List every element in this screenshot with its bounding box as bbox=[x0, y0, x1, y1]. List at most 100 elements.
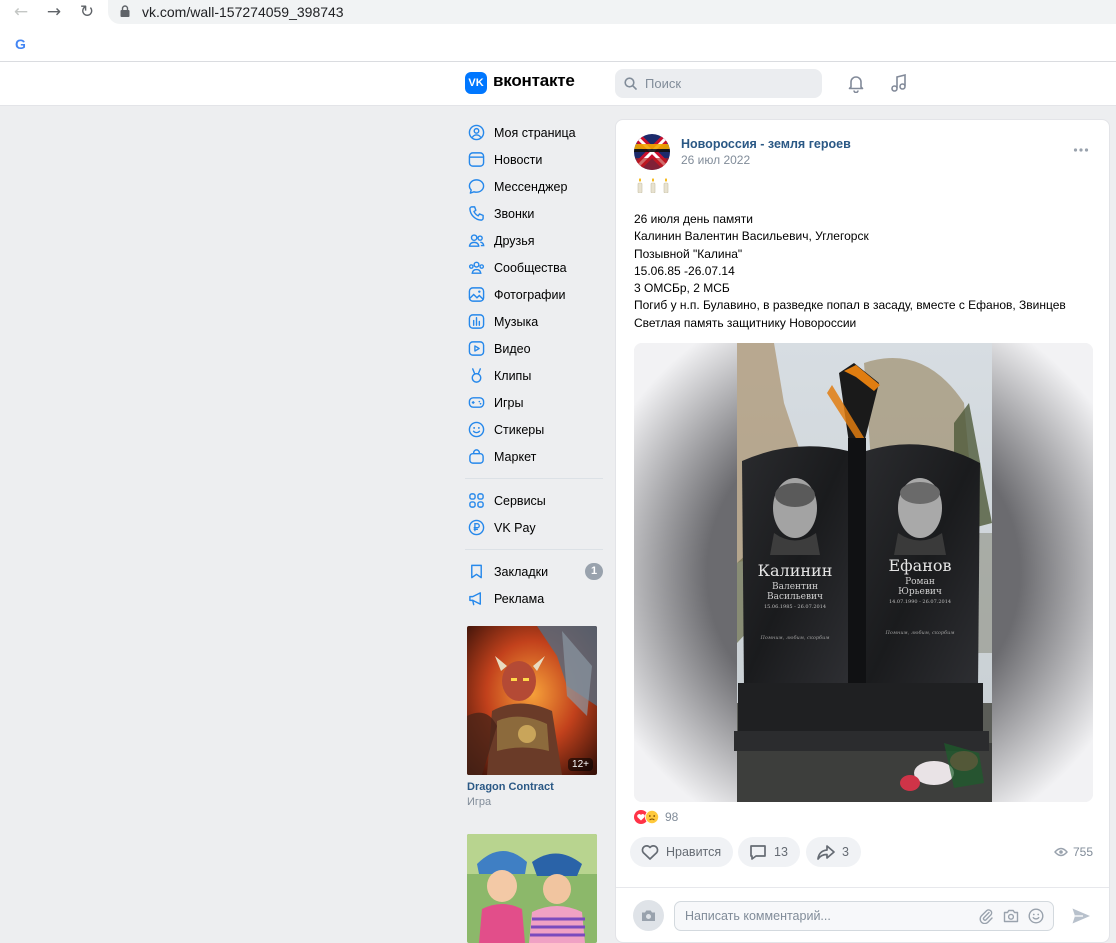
post-text-line: 26 июля день памяти bbox=[634, 212, 753, 226]
music-icon bbox=[468, 314, 485, 329]
sidebar-item-stickers[interactable]: Стикеры bbox=[463, 416, 605, 443]
search-box[interactable] bbox=[615, 69, 822, 98]
paperclip-icon[interactable] bbox=[978, 908, 994, 924]
sidebar-item-label: Игры bbox=[494, 395, 524, 410]
more-options-icon[interactable] bbox=[1073, 147, 1089, 153]
right-given-name: Роман bbox=[905, 577, 935, 587]
post-author[interactable]: Новороссия - земля героев bbox=[681, 137, 851, 151]
wall-post: Новороссия - земля героев 26 июл 2022 26… bbox=[615, 119, 1110, 943]
sidebar-item-video[interactable]: Видео bbox=[463, 335, 605, 362]
vkpay-icon bbox=[468, 519, 485, 536]
music-note-icon[interactable] bbox=[889, 73, 909, 93]
bookmarks-count-badge: 1 bbox=[585, 563, 603, 580]
post-photo[interactable]: Калинин Валентин Васильевич 15.06.1985 -… bbox=[634, 343, 1093, 802]
send-icon[interactable] bbox=[1071, 907, 1091, 925]
communities-icon bbox=[468, 261, 485, 274]
sidebar-item-label: Друзья bbox=[494, 233, 535, 248]
sidebar-item-label: Звонки bbox=[494, 206, 535, 221]
share-button[interactable]: 3 bbox=[806, 837, 861, 867]
sidebar-item-messenger[interactable]: Мессенджер bbox=[463, 173, 605, 200]
candle-icon bbox=[650, 178, 656, 193]
ad-subtitle: Игра bbox=[467, 796, 492, 808]
sidebar-item-friends[interactable]: Друзья bbox=[463, 227, 605, 254]
left-epitaph: Помним, любим, скорбим bbox=[760, 634, 830, 641]
post-text-line: Калинин Валентин Васильевич, Углегорск bbox=[634, 229, 869, 244]
sidebar-item-photos[interactable]: Фотографии bbox=[463, 281, 605, 308]
ad-image[interactable]: 12+ bbox=[467, 626, 597, 775]
ads-icon bbox=[469, 592, 481, 606]
sidebar-item-label: Маркет bbox=[494, 449, 537, 464]
user-avatar[interactable] bbox=[633, 900, 664, 931]
back-icon[interactable]: ← bbox=[10, 2, 32, 22]
address-bar[interactable]: vk.com/wall-157274059_398743 bbox=[108, 0, 1116, 24]
candle-emojis bbox=[635, 177, 671, 193]
sidebar-item-ads[interactable]: Реклама bbox=[463, 585, 605, 612]
sidebar-item-label: Сервисы bbox=[494, 493, 546, 508]
candle-icon bbox=[663, 178, 669, 193]
post-text-line: Позывной "Калина" bbox=[634, 246, 743, 261]
comment-input-box[interactable] bbox=[674, 901, 1054, 931]
sidebar-item-news[interactable]: Новости bbox=[463, 146, 605, 173]
sidebar-item-games[interactable]: Игры bbox=[463, 389, 605, 416]
views-count: 755 bbox=[1073, 845, 1094, 859]
sad-reaction-icon bbox=[645, 810, 659, 824]
novorossiya-flag-image bbox=[634, 134, 670, 170]
emoji-icon[interactable] bbox=[1028, 908, 1044, 924]
sidebar-item-clips[interactable]: Клипы bbox=[463, 362, 605, 389]
sidebar-item-calls[interactable]: Звонки bbox=[463, 200, 605, 227]
sidebar-item-services[interactable]: Сервисы bbox=[463, 487, 605, 514]
sidebar-item-label: Видео bbox=[494, 341, 531, 356]
sidebar-item-vk-pay[interactable]: VK Pay bbox=[463, 514, 605, 541]
sidebar-ad-2[interactable] bbox=[467, 834, 597, 943]
lock-icon bbox=[120, 5, 130, 17]
ad-title[interactable]: Dragon Contract bbox=[467, 781, 597, 793]
share-icon bbox=[817, 845, 835, 860]
ad-artwork bbox=[467, 626, 597, 775]
ad-image-children[interactable] bbox=[467, 834, 597, 943]
sidebar-item-label: Клипы bbox=[494, 368, 532, 383]
google-icon[interactable]: G bbox=[15, 36, 26, 52]
camera-icon bbox=[642, 910, 655, 921]
post-text-line: Светлая память защитнику Новороссии bbox=[634, 315, 857, 330]
community-avatar[interactable] bbox=[634, 134, 670, 170]
shares-count: 3 bbox=[842, 845, 849, 859]
comment-input[interactable] bbox=[685, 902, 965, 930]
message-icon bbox=[468, 179, 485, 194]
search-input[interactable] bbox=[645, 69, 815, 98]
sidebar-item-label: Сообщества bbox=[494, 260, 567, 275]
right-epitaph: Помним, любим, скорбим bbox=[885, 629, 955, 636]
children-photo bbox=[467, 834, 597, 943]
forward-icon[interactable]: → bbox=[43, 2, 65, 22]
vk-logo-icon[interactable]: VK bbox=[465, 72, 487, 94]
heart-icon bbox=[641, 845, 659, 860]
memorial-photo: Калинин Валентин Васильевич 15.06.1985 -… bbox=[634, 343, 1093, 802]
sidebar-item-label: Закладки bbox=[494, 564, 549, 579]
left-dates: 15.06.1985 - 26.07.2014 bbox=[764, 604, 826, 610]
sidebar-item-music[interactable]: Музыка bbox=[463, 308, 605, 335]
sidebar-item-communities[interactable]: Сообщества bbox=[463, 254, 605, 281]
sidebar-item-label: Моя страница bbox=[494, 125, 576, 140]
sidebar-item-label: Стикеры bbox=[494, 422, 545, 437]
left-surname: Калинин bbox=[758, 561, 833, 580]
post-date[interactable]: 26 июл 2022 bbox=[681, 153, 750, 167]
reload-icon[interactable]: ↻ bbox=[76, 2, 98, 22]
left-given-name: Валентин bbox=[772, 582, 818, 592]
comment-button[interactable]: 13 bbox=[738, 837, 800, 867]
sidebar-item-bookmarks[interactable]: Закладки 1 bbox=[463, 558, 605, 585]
like-button[interactable]: Нравится bbox=[630, 837, 734, 867]
post-text: 26 июля день памяти Калинин Валентин Вас… bbox=[634, 211, 1066, 332]
games-icon bbox=[468, 397, 485, 408]
sidebar-item-my-page[interactable]: Моя страница bbox=[463, 119, 605, 146]
bell-icon[interactable] bbox=[846, 73, 866, 93]
reactions-summary[interactable]: 98 bbox=[634, 810, 678, 824]
sidebar-item-label: VK Pay bbox=[494, 520, 536, 535]
camera-attach-icon[interactable] bbox=[1003, 908, 1019, 924]
reactions-count: 98 bbox=[665, 810, 679, 824]
browser-toolbar: ← → ↻ vk.com/wall-157274059_398743 G bbox=[0, 0, 1116, 62]
sidebar-ad[interactable]: 12+ Dragon Contract Игра bbox=[467, 626, 597, 808]
sidebar-item-label: Реклама bbox=[494, 591, 545, 606]
like-label: Нравится bbox=[666, 845, 722, 859]
vk-logo-text[interactable]: вконтакте bbox=[493, 71, 575, 91]
sidebar-item-market[interactable]: Маркет bbox=[463, 443, 605, 470]
clips-icon bbox=[471, 368, 482, 383]
